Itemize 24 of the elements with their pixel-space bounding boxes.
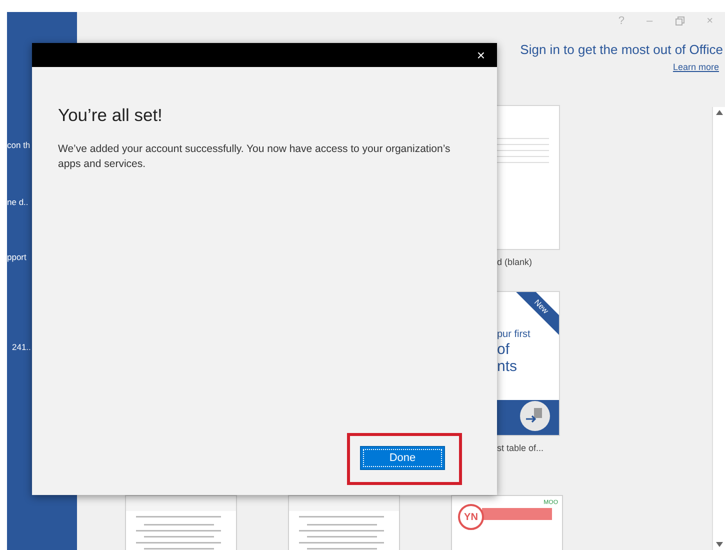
blank-template-card[interactable] — [497, 105, 560, 250]
sidebar-item[interactable]: con th — [7, 138, 30, 152]
initials-badge: YN — [458, 504, 484, 530]
template-caption: d (blank) — [497, 257, 534, 267]
header-bar — [482, 508, 552, 520]
dialog-message: We’ve added your account successfully. You now have access to your organization’s apps and services. — [58, 142, 452, 172]
resume-template-thumbnail[interactable] — [125, 495, 237, 550]
card-heading: nts — [497, 358, 518, 375]
card-heading: of — [497, 341, 511, 358]
template-caption: st table of... — [497, 443, 545, 453]
sign-in-heading: Sign in to get the most out of Office — [520, 42, 723, 57]
sidebar-item[interactable]: 241.. — [12, 340, 31, 354]
scroll-down-icon[interactable] — [716, 542, 722, 547]
restore-icon[interactable] — [674, 16, 685, 26]
sidebar-item[interactable]: pport — [7, 250, 26, 264]
sidebar-item[interactable]: ne d.. — [7, 195, 28, 209]
done-button[interactable]: Done — [360, 446, 445, 470]
resume-template-thumbnail[interactable] — [288, 495, 400, 550]
dialog-title: You’re all set! — [58, 105, 164, 126]
close-button[interactable]: × — [474, 47, 487, 63]
scroll-up-icon[interactable] — [716, 110, 722, 115]
learn-more-link[interactable]: Learn more — [672, 62, 719, 72]
scrollbar[interactable] — [712, 107, 725, 550]
card-heading: pur first — [497, 328, 530, 341]
